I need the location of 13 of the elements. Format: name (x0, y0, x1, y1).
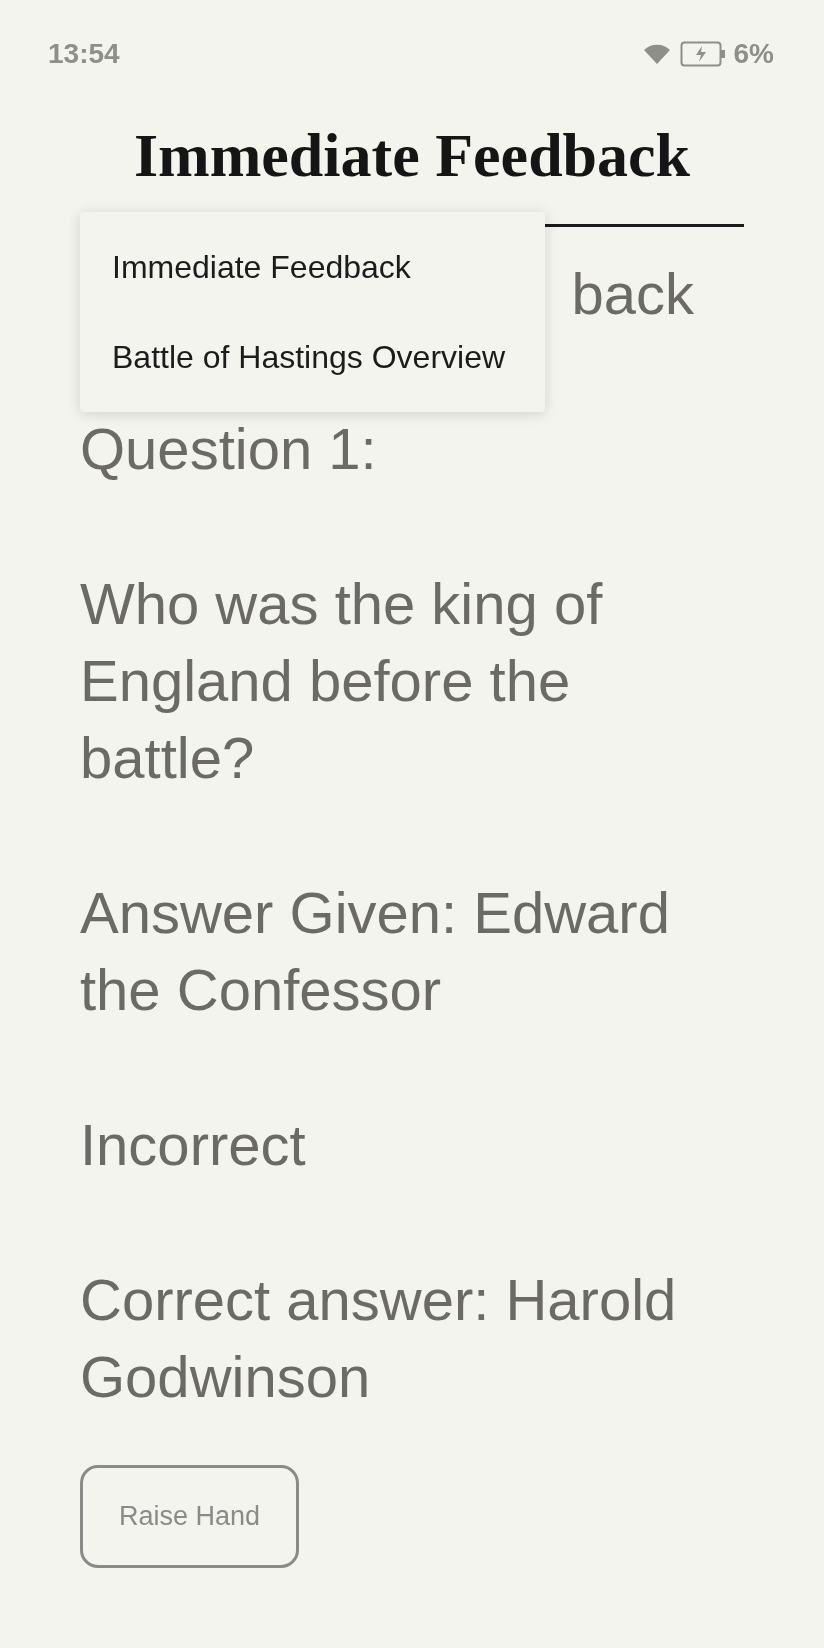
menu-item[interactable]: Immediate Feedback (80, 222, 545, 312)
wifi-icon (641, 42, 672, 66)
battery-icon (679, 41, 726, 67)
feedback-text: Correct answer: Harold Godwinson (80, 1266, 678, 1411)
feedback-text: Incorrect (80, 1111, 307, 1179)
page-title: Immediate Feedback (132, 122, 692, 188)
feedback-text: Answer Given: Edward the Confessor (80, 879, 671, 1024)
menu-item[interactable]: Battle of Hastings Overview (80, 312, 545, 402)
battery-percentage: 6% (733, 37, 774, 71)
status-time: 13:54 (48, 37, 120, 71)
heading-text: back (571, 261, 694, 326)
feedback-text: Question 1: (80, 415, 378, 483)
feedback-text: Who was the king of England before the battle? (80, 570, 604, 792)
